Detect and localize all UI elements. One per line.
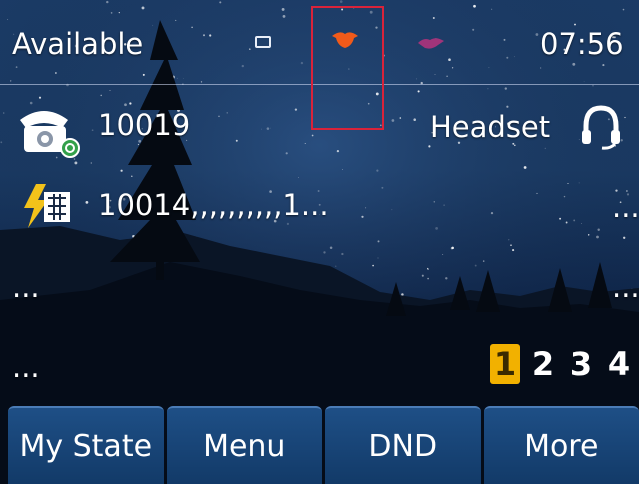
- page-4[interactable]: 4: [604, 344, 634, 384]
- more-softkey[interactable]: More: [483, 406, 639, 484]
- line-key-1[interactable]: 10019: [14, 100, 254, 160]
- menu-softkey[interactable]: Menu: [166, 406, 322, 484]
- clock-time: 07:56: [540, 27, 624, 61]
- my-state-softkey[interactable]: My State: [8, 406, 164, 484]
- presence-status[interactable]: Available: [12, 27, 143, 61]
- line-2-label: 10014,,,,,,,,,,1...: [98, 188, 329, 222]
- highlight-box: [311, 6, 384, 130]
- phone-registered-icon: [20, 111, 80, 158]
- dnd-softkey[interactable]: DND: [325, 406, 481, 484]
- line-1-label: 10019: [98, 108, 191, 142]
- page-1[interactable]: 1: [490, 344, 520, 384]
- laptop-icon: [255, 36, 271, 48]
- page-2[interactable]: 2: [528, 344, 558, 384]
- headset-label: Headset: [430, 110, 551, 144]
- line-4-left-ellipsis[interactable]: ...: [12, 350, 40, 384]
- page-3[interactable]: 3: [566, 344, 596, 384]
- blf-flash-icon: [24, 184, 70, 228]
- page-indicator: 1 2 3 4: [490, 344, 634, 384]
- line-3-left-ellipsis[interactable]: ...: [12, 270, 40, 304]
- headset-icon: [582, 105, 620, 150]
- softkey-bar: My State Menu DND More: [8, 406, 639, 484]
- line-2-right-ellipsis[interactable]: ...: [612, 190, 639, 224]
- purple-bird-icon: [418, 38, 444, 49]
- phone-screen: Available 07:56 10019 Headset 10014,,,,,…: [0, 0, 639, 484]
- line-key-2[interactable]: 10014,,,,,,,,,,1...: [20, 178, 340, 238]
- line-3-right-ellipsis[interactable]: ...: [612, 270, 639, 304]
